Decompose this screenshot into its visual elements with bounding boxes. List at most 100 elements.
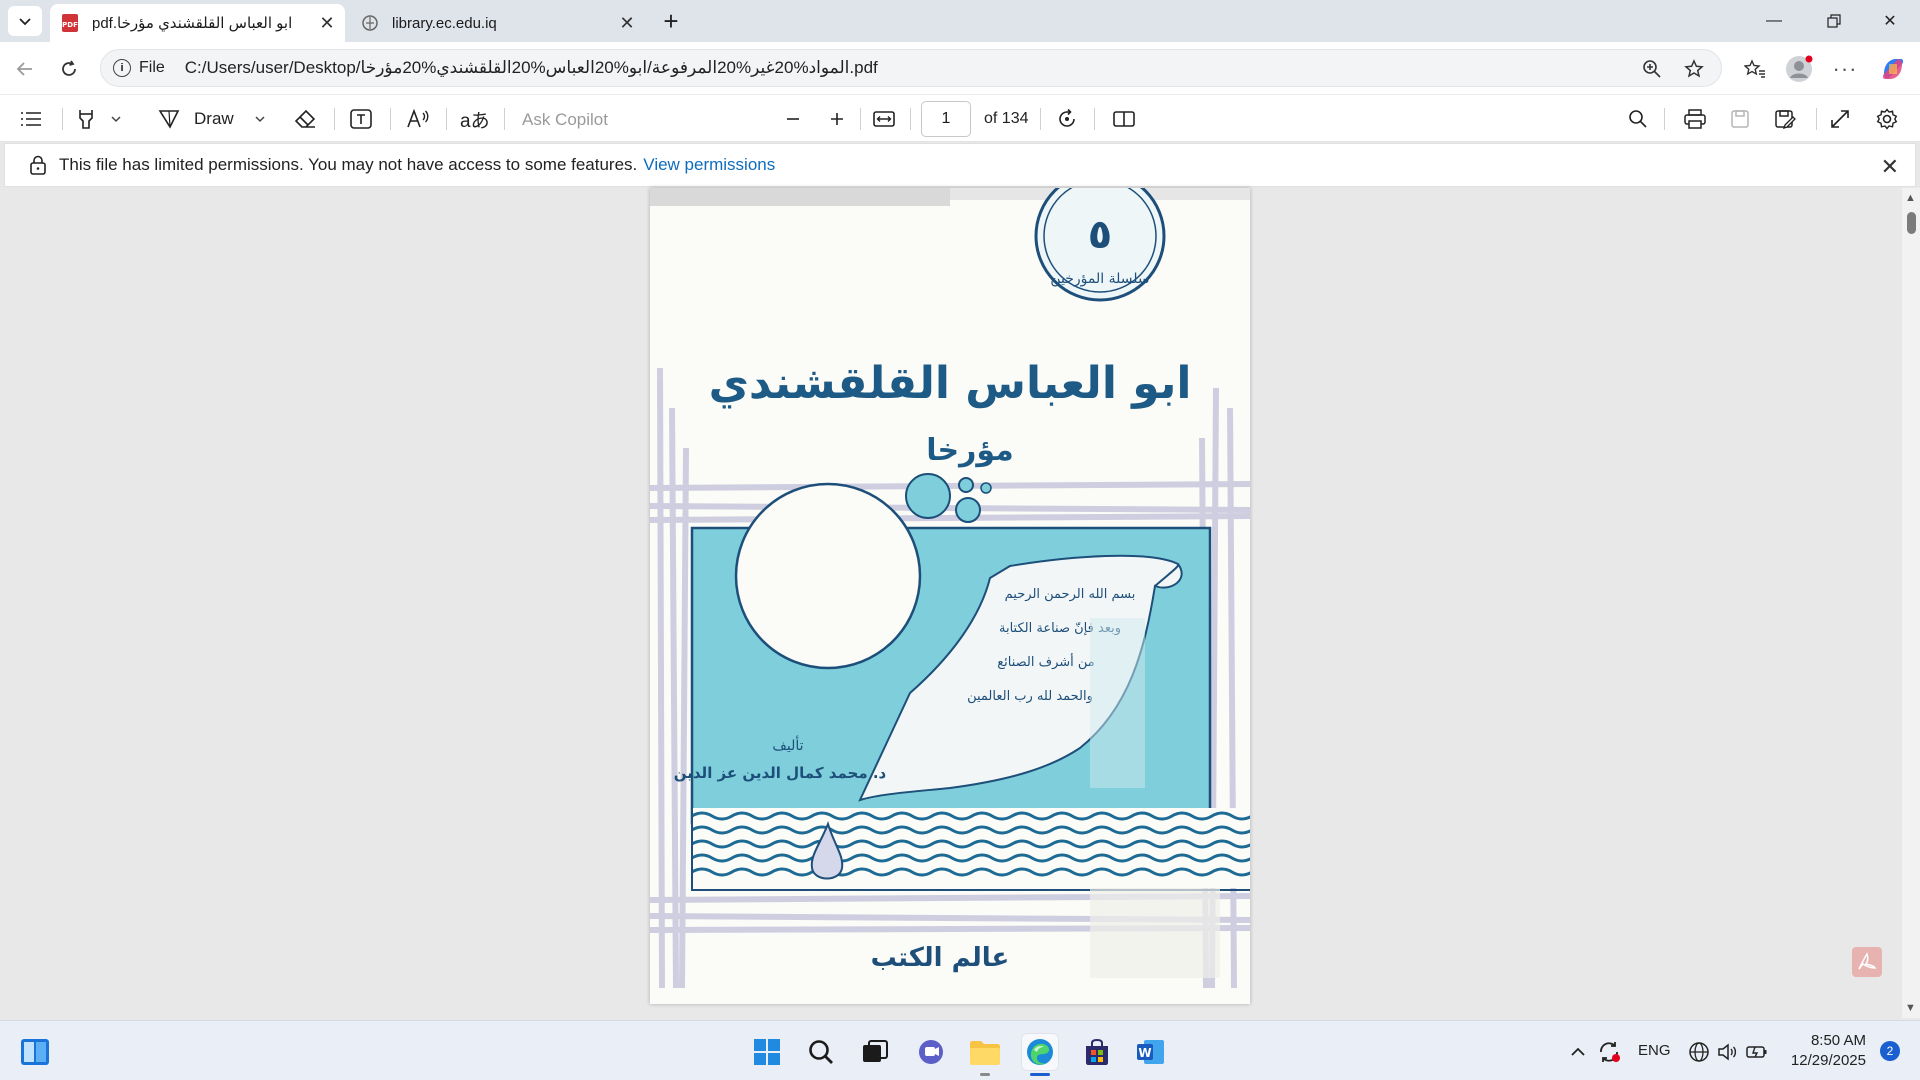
sync-status-icon[interactable] xyxy=(1594,1033,1624,1071)
pdf-viewer[interactable]: ٥ سلسلة المؤرخين ابو العباس القلقشندي مؤ… xyxy=(0,188,1920,1018)
vertical-scrollbar[interactable]: ▲ ▼ xyxy=(1902,188,1920,1018)
edge-button[interactable] xyxy=(1021,1033,1059,1071)
contents-button[interactable] xyxy=(20,103,42,135)
page-count: of 134 xyxy=(984,110,1029,127)
lock-icon xyxy=(30,155,46,175)
chevron-down-icon xyxy=(19,18,31,26)
scroll-line: من أشرف الصنائع xyxy=(997,653,1095,670)
clock-time: 8:50 AM xyxy=(1810,1032,1866,1049)
windows-logo-icon xyxy=(754,1039,780,1065)
language-indicator[interactable]: ENG xyxy=(1638,1042,1671,1059)
close-window-button[interactable]: ✕ xyxy=(1862,0,1918,42)
file-explorer-button[interactable] xyxy=(966,1033,1004,1071)
ask-copilot-input[interactable]: Ask Copilot xyxy=(522,110,608,130)
pdf-settings-button[interactable] xyxy=(1876,103,1898,135)
zoom-out-button[interactable] xyxy=(784,103,802,135)
info-icon[interactable]: i xyxy=(113,59,131,77)
widgets-button[interactable] xyxy=(16,1033,54,1071)
copilot-icon xyxy=(1882,59,1904,79)
rotate-icon xyxy=(1059,108,1075,127)
zoom-in-button[interactable] xyxy=(828,103,846,135)
battery-icon[interactable] xyxy=(1742,1033,1772,1071)
zoom-icon[interactable] xyxy=(1639,56,1665,82)
favorites-button[interactable] xyxy=(1738,52,1772,86)
system-clock[interactable]: 8:50 AM 12/29/2025 xyxy=(1791,1031,1866,1071)
page-number-input[interactable]: 1 xyxy=(921,101,971,137)
full-screen-button[interactable] xyxy=(1830,103,1850,135)
expand-icon xyxy=(1831,110,1849,128)
save-button[interactable] xyxy=(1730,103,1750,135)
page-view-button[interactable] xyxy=(1112,103,1136,135)
fit-to-width-button[interactable] xyxy=(872,103,896,135)
view-permissions-link[interactable]: View permissions xyxy=(643,155,775,175)
refresh-button[interactable] xyxy=(52,52,86,86)
highlight-button[interactable] xyxy=(76,103,96,135)
draw-options-dropdown[interactable] xyxy=(254,103,266,135)
tab-library[interactable]: library.ec.edu.iq ✕ xyxy=(350,4,645,42)
find-button[interactable] xyxy=(1628,103,1648,135)
book-title: ابو العباس القلقشندي xyxy=(709,358,1192,409)
scrollbar-thumb[interactable] xyxy=(1907,212,1916,234)
save-as-button[interactable] xyxy=(1774,103,1796,135)
settings-and-more-button[interactable]: ··· xyxy=(1828,52,1862,86)
favorite-star-icon[interactable] xyxy=(1681,56,1707,82)
task-view-button[interactable] xyxy=(856,1033,894,1071)
series-seal: ٥ سلسلة المؤرخين xyxy=(1034,188,1166,302)
draw-label: Draw xyxy=(194,109,234,128)
close-tab-icon[interactable]: ✕ xyxy=(313,9,341,37)
profile-button[interactable] xyxy=(1782,52,1816,86)
start-button[interactable] xyxy=(748,1033,786,1071)
highlight-options-dropdown[interactable] xyxy=(110,103,122,135)
web-page-icon xyxy=(360,13,380,33)
notification-badge[interactable]: 2 xyxy=(1880,1041,1900,1061)
scroll-up-icon[interactable]: ▲ xyxy=(1905,192,1916,204)
erase-button[interactable] xyxy=(294,103,316,135)
series-label: سلسلة المؤرخين xyxy=(1050,271,1149,287)
word-button[interactable]: W xyxy=(1132,1033,1170,1071)
scheme-label: File xyxy=(139,59,165,76)
print-button[interactable] xyxy=(1684,103,1706,135)
divider xyxy=(860,108,861,130)
acrobat-icon[interactable] xyxy=(1852,947,1882,977)
chevron-up-icon xyxy=(1571,1047,1585,1056)
translate-button[interactable]: aあ xyxy=(460,103,490,135)
search-icon xyxy=(1629,110,1647,128)
address-bar[interactable]: i File C:/Users/user/Desktop/المواد%20غي… xyxy=(100,49,1722,87)
tab-actions-menu-button[interactable] xyxy=(8,6,42,36)
network-icon[interactable] xyxy=(1684,1033,1714,1071)
draw-button[interactable]: Draw xyxy=(158,103,234,135)
new-tab-button[interactable]: + xyxy=(656,6,686,36)
chevron-down-icon xyxy=(111,116,121,123)
restore-button[interactable] xyxy=(1806,0,1862,42)
close-tab-icon[interactable]: ✕ xyxy=(613,9,641,37)
copilot-button[interactable] xyxy=(1876,52,1910,86)
show-hidden-icons-button[interactable] xyxy=(1566,1033,1590,1071)
more-horizontal-icon: ··· xyxy=(1832,56,1858,81)
tab-title: pdf.ابو العباس القلقشندي مؤرخا xyxy=(92,15,293,32)
save-icon xyxy=(1731,110,1749,128)
add-text-button[interactable] xyxy=(350,103,372,135)
back-arrow-icon xyxy=(16,62,32,76)
pdf-file-icon: PDF xyxy=(60,13,80,33)
divider xyxy=(334,108,335,130)
clock-date: 12/29/2025 xyxy=(1790,1052,1866,1069)
table-of-contents-icon xyxy=(21,112,41,126)
read-aloud-button[interactable] xyxy=(406,103,430,135)
url-text[interactable]: C:/Users/user/Desktop/المواد%20غير%20الم… xyxy=(185,58,878,78)
store-button[interactable] xyxy=(1078,1033,1116,1071)
chevron-down-icon xyxy=(255,116,265,123)
gear-icon xyxy=(1876,108,1898,130)
close-banner-icon[interactable]: ✕ xyxy=(1881,154,1899,180)
volume-icon[interactable] xyxy=(1712,1033,1742,1071)
minimize-button[interactable]: — xyxy=(1746,0,1802,42)
rotate-button[interactable] xyxy=(1056,103,1078,135)
teams-chat-button[interactable] xyxy=(912,1033,950,1071)
scroll-down-icon[interactable]: ▼ xyxy=(1905,1002,1916,1014)
translate-icon: aあ xyxy=(460,110,490,132)
word-icon: W xyxy=(1137,1040,1164,1064)
back-button[interactable] xyxy=(8,52,42,86)
print-icon xyxy=(1684,109,1706,129)
tab-pdf[interactable]: PDF pdf.ابو العباس القلقشندي مؤرخا ✕ xyxy=(50,4,345,42)
book-cover: ٥ سلسلة المؤرخين ابو العباس القلقشندي مؤ… xyxy=(650,188,1250,1004)
search-button[interactable] xyxy=(802,1033,840,1071)
